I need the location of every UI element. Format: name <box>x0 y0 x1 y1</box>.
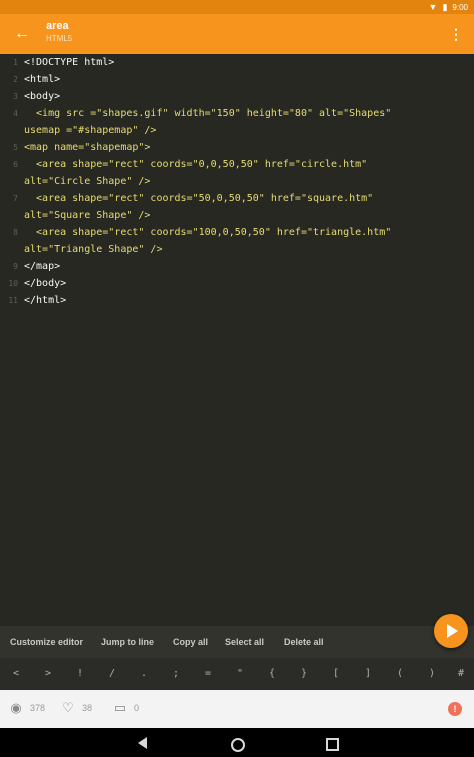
select-all-button[interactable]: Select all <box>225 626 264 658</box>
code-text: <!DOCTYPE html> <box>24 57 115 68</box>
code-text: <area shape="rect" coords="100,0,50,50" … <box>24 227 392 238</box>
views-stat: ◉ 378 <box>8 700 45 716</box>
line-number: 8 <box>13 228 18 237</box>
views-count: 378 <box>30 703 46 713</box>
line-number: 7 <box>13 194 18 203</box>
line-number: 6 <box>13 160 18 169</box>
page-subtitle: HTML5 <box>46 34 73 43</box>
line-number: 3 <box>13 92 18 101</box>
code-text: <html> <box>24 74 61 85</box>
symbol-key[interactable]: . <box>133 658 155 690</box>
symbol-key[interactable]: { <box>261 658 283 690</box>
symbol-bar: < > ! / . ; = " { } [ ] ( ) # <box>0 658 474 690</box>
app-bar: ← area HTML5 ⋮ <box>0 14 474 54</box>
code-line: 3 <body> <box>0 88 474 105</box>
back-arrow-icon[interactable]: ← <box>10 22 34 46</box>
status-bar: ▼ ▮ 9:00 <box>0 0 474 14</box>
title-block: area HTML5 <box>46 20 72 45</box>
code-text: <img src ="shapes.gif" width="150" heigh… <box>24 108 392 119</box>
code-text: </html> <box>24 295 67 306</box>
symbol-key[interactable]: = <box>197 658 219 690</box>
symbol-key[interactable]: < <box>5 658 27 690</box>
system-nav-bar <box>0 728 474 757</box>
code-line: 7 <area shape="rect" coords="50,0,50,50"… <box>0 190 474 207</box>
code-text: <area shape="rect" coords="50,0,50,50" h… <box>24 193 374 204</box>
likes-count: 38 <box>82 703 93 713</box>
symbol-key[interactable]: } <box>293 658 315 690</box>
eye-icon: ◉ <box>10 700 22 715</box>
code-text: <area shape="rect" coords="0,0,50,50" hr… <box>24 159 368 170</box>
copy-all-button[interactable]: Copy all <box>173 626 208 658</box>
code-editor[interactable]: 1 <!DOCTYPE html> 2 <html> 3 <body> 4 <img … <box>0 54 474 626</box>
code-line: alt="Triangle Shape" /> <box>0 241 474 258</box>
code-text: alt="Circle Shape" /> <box>24 176 151 187</box>
code-line: alt="Square Shape" /> <box>0 207 474 224</box>
code-text: alt="Triangle Shape" /> <box>24 244 163 255</box>
run-play-button[interactable] <box>434 614 468 648</box>
code-line: 8 <area shape="rect" coords="100,0,50,50… <box>0 224 474 241</box>
line-number: 4 <box>13 109 18 118</box>
code-text: </map> <box>24 261 61 272</box>
wifi-icon: ▼ <box>428 2 438 12</box>
code-line: alt="Circle Shape" /> <box>0 173 474 190</box>
code-line: usemap ="#shapemap" /> <box>0 122 474 139</box>
symbol-key[interactable]: > <box>37 658 59 690</box>
jump-to-line-button[interactable]: Jump to line <box>101 626 154 658</box>
code-line: 10 </body> <box>0 275 474 292</box>
code-text: alt="Square Shape" /> <box>24 210 151 221</box>
status-time: 9:00 <box>452 2 468 12</box>
code-text: <map name="shapemap"> <box>24 142 151 153</box>
code-line: 5 <map name="shapemap"> <box>0 139 474 156</box>
symbol-key[interactable]: # <box>450 658 472 690</box>
line-number: 9 <box>13 262 18 271</box>
symbol-key[interactable]: ! <box>69 658 91 690</box>
symbol-key[interactable]: / <box>101 658 123 690</box>
code-line: 11 </html> <box>0 292 474 309</box>
report-icon[interactable]: ! <box>448 702 462 716</box>
code-line: 1 <!DOCTYPE html> <box>0 54 474 71</box>
code-line: 9 </map> <box>0 258 474 275</box>
line-number: 11 <box>8 296 18 305</box>
status-icons: ▼ ▮ 9:00 <box>429 2 468 12</box>
comment-icon: ▭ <box>113 700 127 715</box>
line-number: 5 <box>13 143 18 152</box>
line-number: 1 <box>13 58 18 67</box>
heart-icon: ♡ <box>62 700 74 715</box>
code-line: 2 <html> <box>0 71 474 88</box>
line-number: 2 <box>13 75 18 84</box>
nav-recents-icon[interactable] <box>322 734 340 752</box>
comments-stat[interactable]: ▭ 0 <box>112 700 139 716</box>
overflow-menu-icon[interactable]: ⋮ <box>446 22 466 46</box>
nav-back-icon[interactable] <box>134 734 152 752</box>
code-line: 4 <img src ="shapes.gif" width="150" hei… <box>0 105 474 122</box>
code-line: 6 <area shape="rect" coords="0,0,50,50" … <box>0 156 474 173</box>
delete-all-button[interactable]: Delete all <box>284 626 324 658</box>
symbol-key[interactable]: ( <box>389 658 411 690</box>
battery-icon: ▮ <box>442 2 448 12</box>
symbol-key[interactable]: ; <box>165 658 187 690</box>
code-text: usemap ="#shapemap" /> <box>24 125 157 136</box>
comments-count: 0 <box>134 703 140 713</box>
line-number: 10 <box>8 279 18 288</box>
likes-stat[interactable]: ♡ 38 <box>60 700 92 716</box>
code-text: </body> <box>24 278 67 289</box>
symbol-key[interactable]: ] <box>357 658 379 690</box>
customize-editor-button[interactable]: Customize editor <box>10 626 83 658</box>
symbol-key[interactable]: ) <box>421 658 443 690</box>
code-text: <body> <box>24 91 61 102</box>
nav-home-icon[interactable] <box>227 734 245 752</box>
social-bar: ◉ 378 ♡ 38 ▭ 0 ! <box>0 690 474 728</box>
editor-toolbar: Customize editor Jump to line Copy all S… <box>0 626 474 658</box>
symbol-key[interactable]: [ <box>325 658 347 690</box>
page-title: area <box>46 20 69 32</box>
symbol-key[interactable]: " <box>229 658 251 690</box>
